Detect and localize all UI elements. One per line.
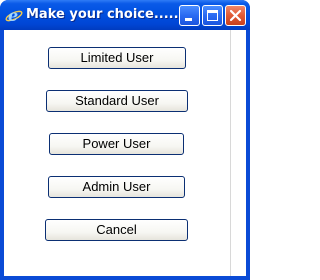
limited-user-button[interactable]: Limited User (48, 47, 186, 69)
standard-user-button[interactable]: Standard User (46, 90, 188, 112)
cancel-button[interactable]: Cancel (45, 219, 188, 241)
svg-text:e: e (8, 6, 18, 24)
title-bar[interactable]: e Make your choice........ (0, 0, 250, 30)
content-edge-line (230, 30, 231, 276)
minimize-button[interactable] (179, 5, 200, 26)
ie-logo-icon: e (5, 6, 23, 25)
dialog-window: e Make your choice........ Limited User … (0, 0, 250, 280)
maximize-button[interactable] (202, 5, 223, 26)
admin-user-button[interactable]: Admin User (48, 176, 185, 198)
power-user-button[interactable]: Power User (49, 133, 184, 155)
window-title: Make your choice........ (26, 7, 194, 22)
close-button[interactable] (225, 5, 246, 26)
